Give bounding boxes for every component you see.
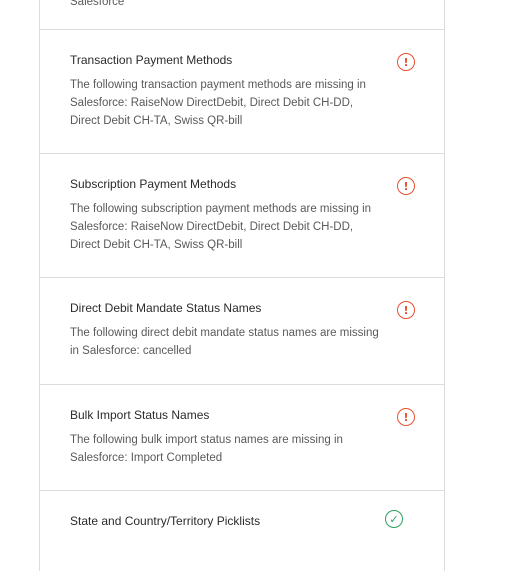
check-card-state-country-picklists: State and Country/Territory Picklists ✓ xyxy=(40,491,444,571)
check-description: The following bulk import status names a… xyxy=(70,434,343,464)
warning-circle-icon: ! xyxy=(397,301,415,319)
warning-circle-icon: ! xyxy=(397,53,415,71)
check-title: Direct Debit Mandate Status Names xyxy=(70,301,262,315)
check-description: The following subscription payment metho… xyxy=(70,203,372,251)
warning-circle-icon: ! xyxy=(397,408,415,426)
check-description: Salesforce xyxy=(70,0,125,8)
check-card-bulk-import-status-names: Bulk Import Status Names The following b… xyxy=(40,385,444,491)
check-description: The following transaction payment method… xyxy=(70,79,366,127)
check-card-partial: Salesforce xyxy=(40,0,444,30)
check-circle-icon: ✓ xyxy=(385,510,403,528)
checks-panel: Salesforce Transaction Payment Methods T… xyxy=(39,0,445,571)
check-title: State and Country/Territory Picklists xyxy=(70,514,261,528)
warning-circle-icon: ! xyxy=(397,177,415,195)
check-title: Bulk Import Status Names xyxy=(70,408,210,422)
check-card-transaction-payment-methods: Transaction Payment Methods The followin… xyxy=(40,30,444,154)
check-title: Transaction Payment Methods xyxy=(70,53,233,67)
check-card-subscription-payment-methods: Subscription Payment Methods The followi… xyxy=(40,154,444,278)
check-description: The following direct debit mandate statu… xyxy=(70,327,379,357)
check-title: Subscription Payment Methods xyxy=(70,177,237,191)
check-card-direct-debit-mandate-status-names: Direct Debit Mandate Status Names The fo… xyxy=(40,278,444,385)
